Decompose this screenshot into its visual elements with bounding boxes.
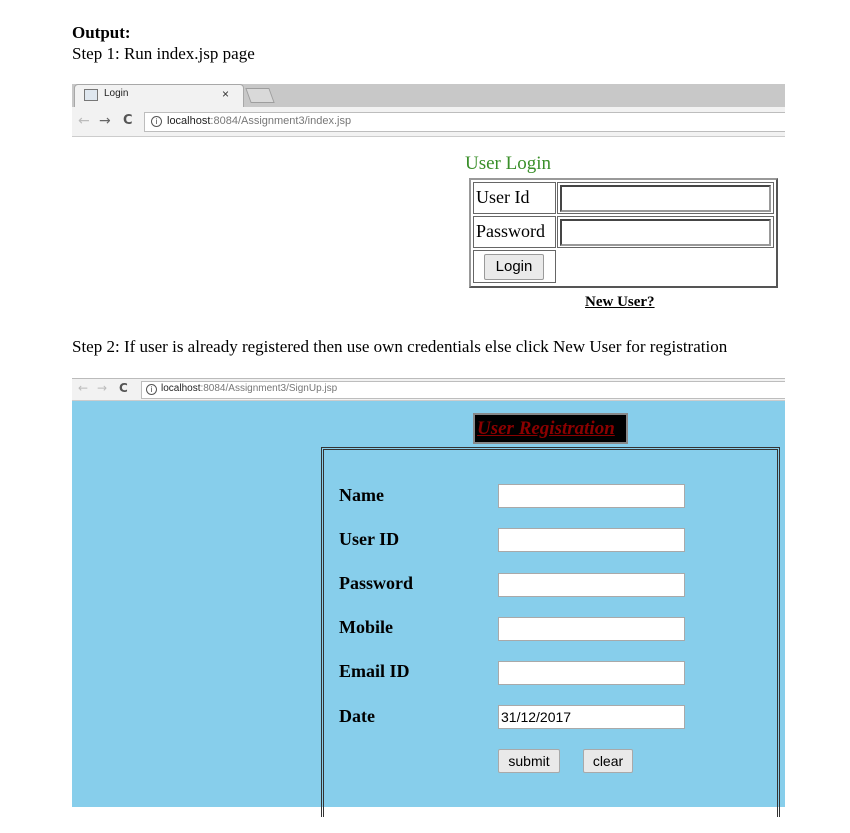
info-icon[interactable]: i bbox=[151, 116, 162, 127]
back-arrow-icon[interactable]: ← bbox=[78, 381, 88, 395]
forward-arrow-icon[interactable]: → bbox=[97, 381, 107, 395]
new-tab-button[interactable] bbox=[245, 88, 275, 103]
name-label: Name bbox=[339, 485, 384, 505]
userid-label: User ID bbox=[339, 529, 400, 549]
mobile-label: Mobile bbox=[339, 617, 393, 637]
login-button[interactable]: Login bbox=[484, 254, 544, 280]
reload-icon[interactable]: C bbox=[119, 381, 128, 395]
new-user-link[interactable]: New User? bbox=[585, 294, 655, 311]
password-input[interactable] bbox=[560, 219, 771, 246]
step2-text: Step 2: If user is already registered th… bbox=[72, 337, 728, 356]
url-host: localhost bbox=[167, 115, 211, 127]
tab-close-icon[interactable]: × bbox=[222, 87, 229, 101]
url-path: :8084/Assignment3/SignUp.jsp bbox=[200, 383, 338, 394]
address-url: localhost:8084/Assignment3/index.jsp bbox=[167, 115, 351, 127]
url-path: :8084/Assignment3/index.jsp bbox=[210, 115, 352, 127]
user-login-title: User Login bbox=[465, 153, 552, 174]
address-url-2: localhost:8084/Assignment3/SignUp.jsp bbox=[161, 383, 337, 394]
url-host: localhost bbox=[161, 383, 201, 394]
userid-label: User Id bbox=[473, 182, 556, 214]
submit-button[interactable]: submit bbox=[498, 749, 560, 773]
forward-arrow-icon[interactable]: → bbox=[99, 113, 111, 129]
reload-icon[interactable]: C bbox=[123, 113, 133, 128]
userid-input[interactable] bbox=[560, 185, 771, 212]
back-arrow-icon[interactable]: ← bbox=[78, 113, 90, 129]
userid-input[interactable] bbox=[498, 528, 685, 552]
step1-text: Step 1: Run index.jsp page bbox=[72, 44, 255, 63]
tab-login[interactable] bbox=[74, 84, 244, 107]
tab-title: Login bbox=[104, 88, 129, 99]
date-label: Date bbox=[339, 706, 375, 726]
date-input[interactable]: 31/12/2017 bbox=[498, 705, 685, 729]
name-input[interactable] bbox=[498, 484, 685, 508]
clear-button[interactable]: clear bbox=[583, 749, 633, 773]
page-favicon-icon bbox=[84, 89, 98, 101]
output-heading: Output: bbox=[72, 23, 131, 42]
email-label: Email ID bbox=[339, 661, 410, 681]
info-icon[interactable]: i bbox=[146, 384, 157, 395]
password-input[interactable] bbox=[498, 573, 685, 597]
mobile-input[interactable] bbox=[498, 617, 685, 641]
password-label: Password bbox=[473, 216, 556, 248]
password-label: Password bbox=[339, 573, 414, 593]
registration-title: User Registration bbox=[477, 418, 615, 439]
email-input[interactable] bbox=[498, 661, 685, 685]
